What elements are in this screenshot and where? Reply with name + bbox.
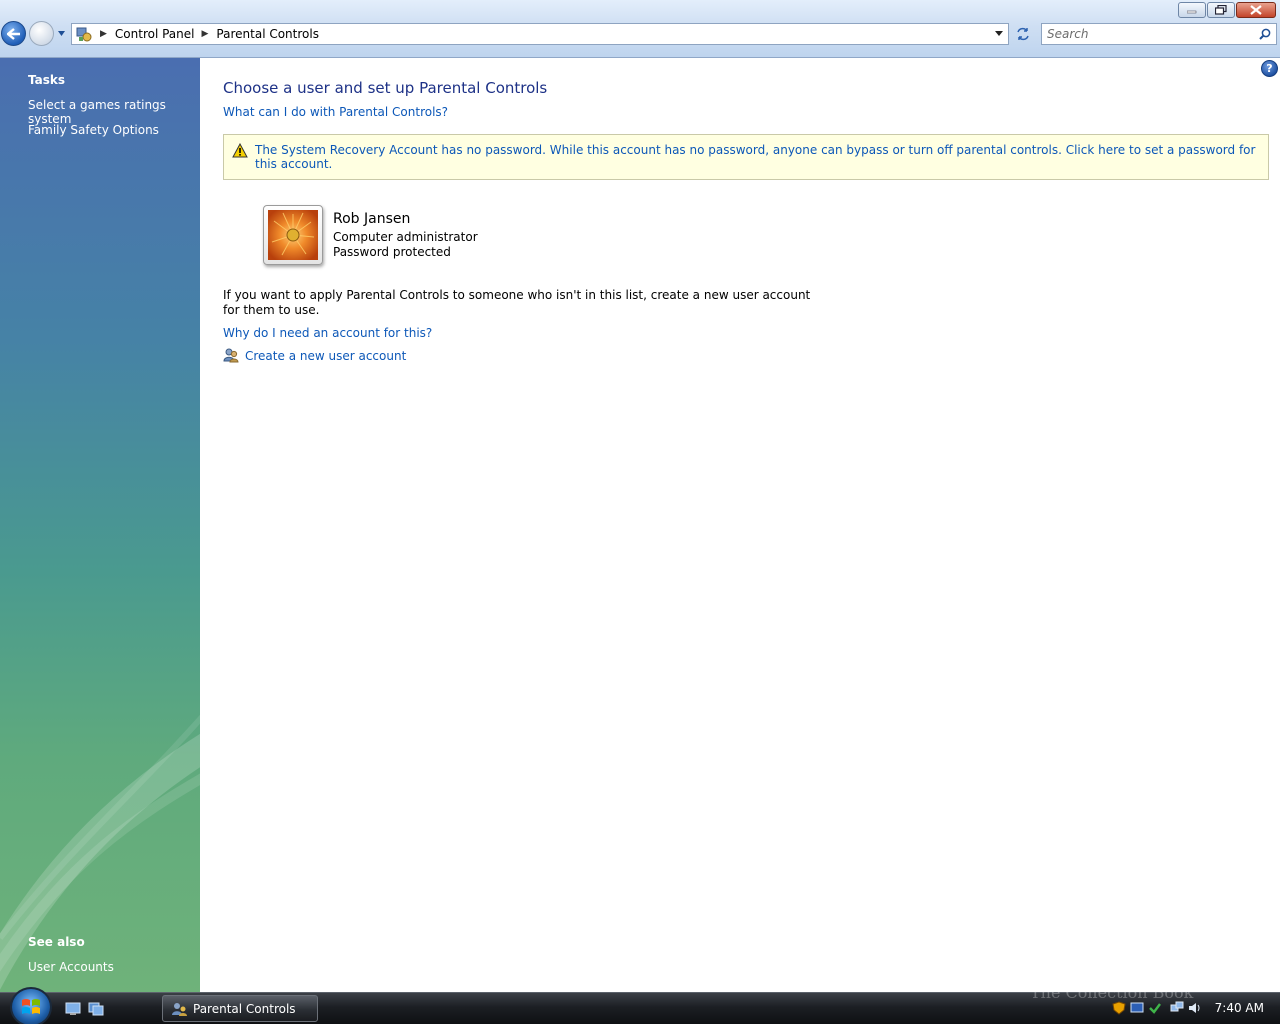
switch-windows-icon[interactable]: [88, 1002, 104, 1016]
control-panel-icon: [76, 27, 92, 42]
help-icon: ?: [1266, 62, 1273, 75]
warning-message-link[interactable]: The System Recovery Account has no passw…: [255, 143, 1268, 171]
parental-controls-icon: [172, 1002, 187, 1016]
search-icon[interactable]: [1259, 28, 1271, 40]
search-box[interactable]: [1041, 23, 1277, 45]
minimize-button[interactable]: [1178, 2, 1206, 18]
clock[interactable]: 7:40 AM: [1215, 1001, 1264, 1015]
refresh-icon: [1017, 27, 1029, 41]
task-family-safety-options[interactable]: Family Safety Options: [28, 123, 159, 137]
checkmark-icon[interactable]: [1148, 1001, 1162, 1015]
restore-button[interactable]: [1207, 2, 1235, 18]
taskbar-button-label: Parental Controls: [193, 1001, 296, 1016]
task-games-ratings[interactable]: Select a games ratings system: [28, 98, 200, 126]
window-toolbar: ▶ Control Panel ▶ Parental Controls: [0, 0, 1280, 58]
arrow-left-icon: [6, 27, 20, 40]
why-account-link[interactable]: Why do I need an account for this?: [223, 326, 432, 340]
info-text: If you want to apply Parental Controls t…: [223, 288, 811, 317]
system-tray: 7:40 AM: [1110, 993, 1280, 1024]
user-role: Computer administrator: [333, 230, 478, 244]
chevron-right-icon[interactable]: ▶: [202, 29, 209, 39]
create-account-row[interactable]: Create a new user account: [223, 347, 406, 364]
history-dropdown-icon[interactable]: [57, 29, 66, 38]
security-shield-icon[interactable]: [1112, 1001, 1126, 1015]
page-title: Choose a user and set up Parental Contro…: [223, 79, 548, 97]
user-picture[interactable]: [263, 205, 323, 265]
see-also-user-accounts[interactable]: User Accounts: [28, 960, 114, 974]
search-input[interactable]: [1047, 27, 1252, 41]
back-button[interactable]: [1, 21, 26, 46]
network-icon[interactable]: [1170, 1001, 1184, 1015]
user-name[interactable]: Rob Jansen: [333, 211, 410, 227]
restore-icon: [1215, 5, 1227, 15]
help-link[interactable]: What can I do with Parental Controls?: [223, 105, 448, 119]
breadcrumb-control-panel[interactable]: Control Panel: [115, 27, 195, 41]
window-controls: [1178, 2, 1276, 18]
taskbar: Parental Controls The Collection Book 7:…: [0, 983, 1280, 1024]
address-bar[interactable]: ▶ Control Panel ▶ Parental Controls: [71, 23, 1009, 45]
help-button[interactable]: ?: [1261, 60, 1278, 77]
close-button[interactable]: [1236, 2, 1276, 18]
minimize-icon: [1187, 10, 1197, 14]
forward-button[interactable]: [29, 21, 54, 46]
start-button[interactable]: [10, 987, 52, 1024]
breadcrumb-parental-controls[interactable]: Parental Controls: [216, 27, 319, 41]
create-user-account-link[interactable]: Create a new user account: [245, 349, 406, 363]
chevron-right-icon[interactable]: ▶: [100, 29, 107, 39]
tasks-heading: Tasks: [28, 73, 66, 87]
volume-icon[interactable]: [1188, 1001, 1202, 1015]
address-dropdown-icon[interactable]: [995, 31, 1004, 37]
warning-banner[interactable]: The System Recovery Account has no passw…: [223, 134, 1269, 180]
show-desktop-icon[interactable]: [65, 1002, 81, 1016]
refresh-button[interactable]: [1012, 23, 1034, 45]
warning-icon: [232, 143, 248, 158]
main-content: ? Choose a user and set up Parental Cont…: [200, 58, 1280, 992]
user-password-status: Password protected: [333, 245, 451, 259]
windows-logo-icon: [22, 999, 40, 1014]
add-user-icon: [223, 348, 239, 363]
taskbar-button-parental-controls[interactable]: Parental Controls: [162, 995, 318, 1022]
see-also-heading: See also: [28, 935, 85, 949]
flower-avatar-icon: [268, 210, 318, 260]
display-icon[interactable]: [1130, 1001, 1144, 1015]
left-task-pane: Tasks Select a games ratings system Fami…: [0, 58, 200, 992]
close-icon: [1250, 5, 1262, 15]
